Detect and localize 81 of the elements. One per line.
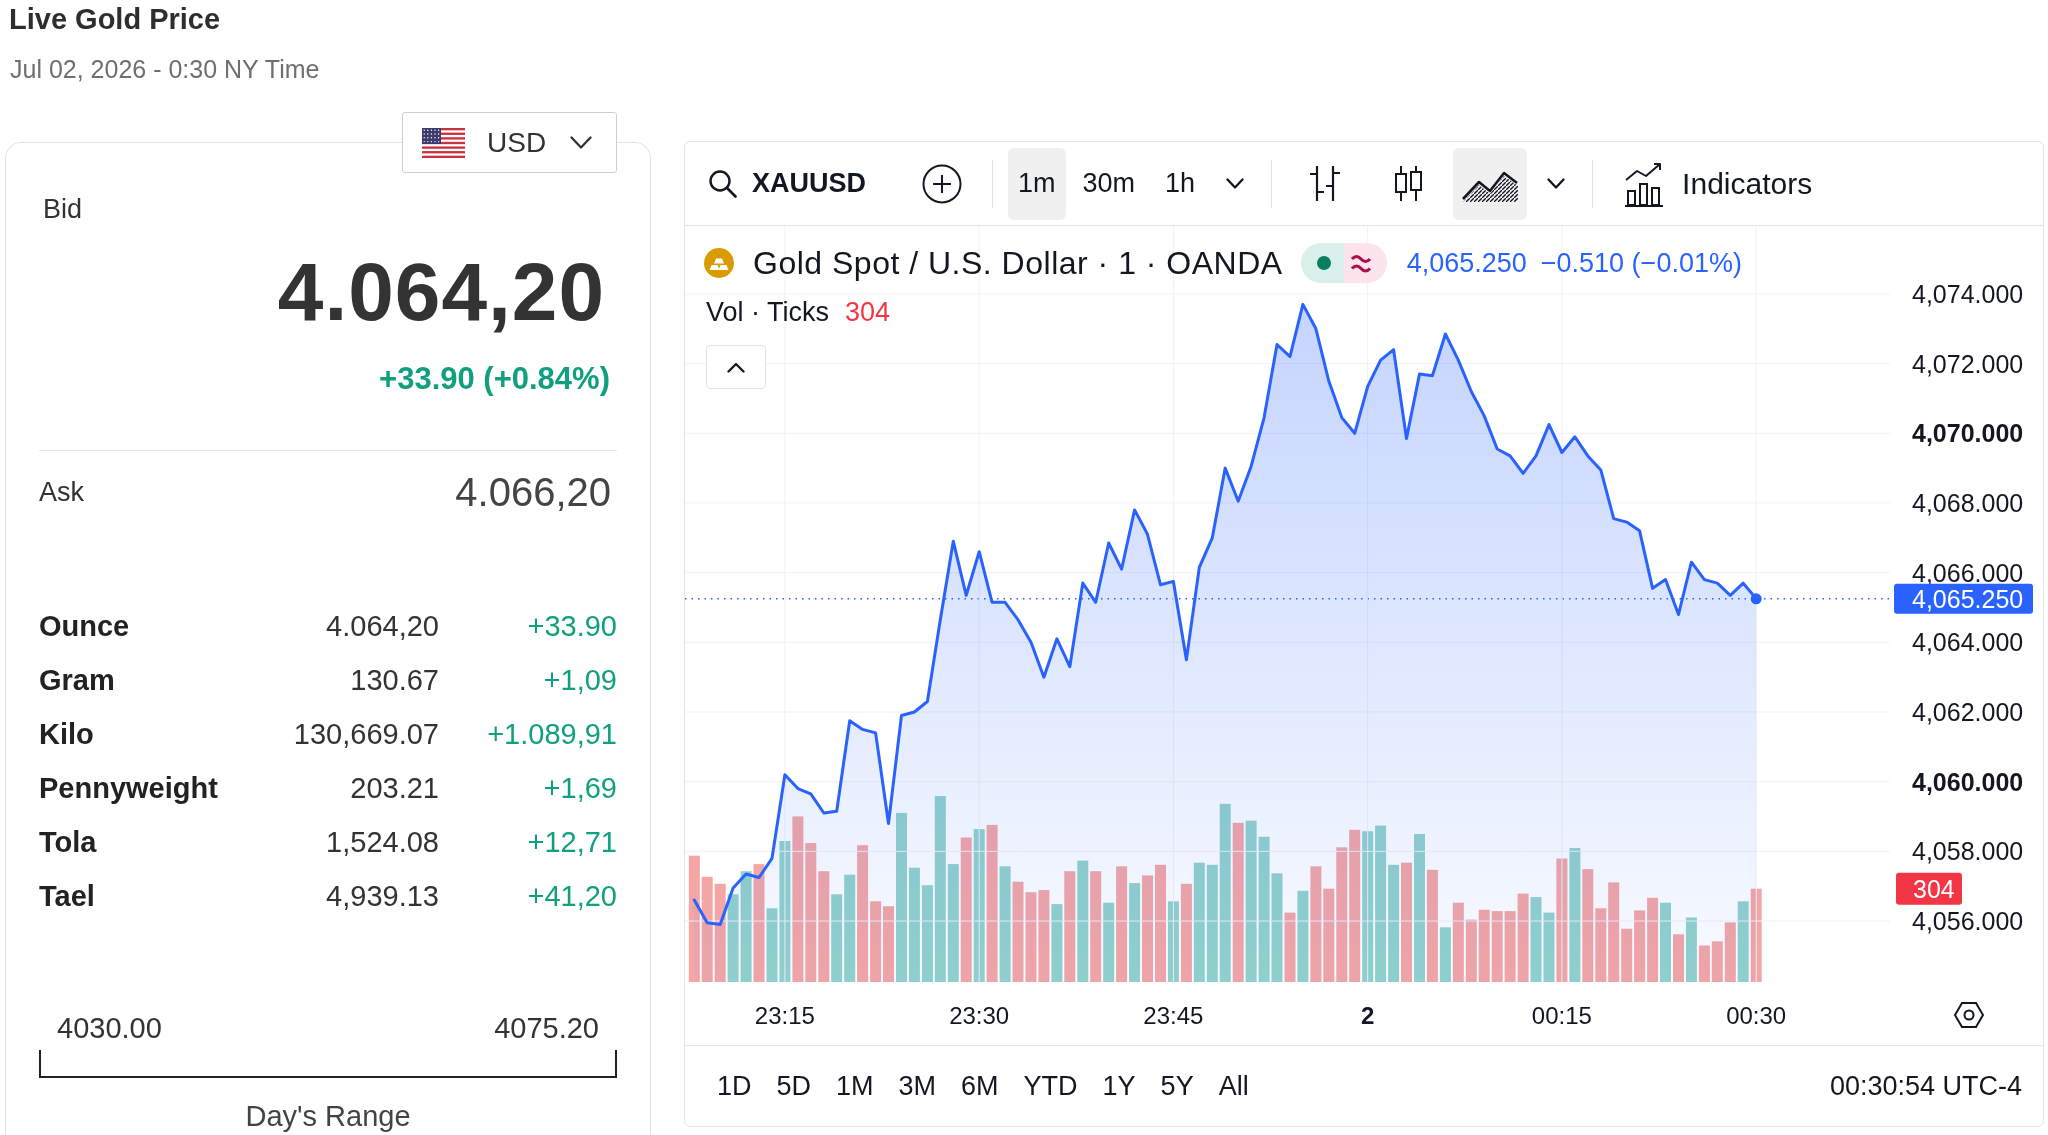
indicators-icon: [1624, 160, 1665, 207]
price-change: +33.90 (+0.84%): [379, 361, 610, 397]
unit-price: 130,669.07: [293, 717, 439, 753]
unit-price: 203.21: [350, 771, 439, 807]
time-axis-label: 23:15: [754, 1001, 815, 1029]
range-low: 4030.00: [57, 1011, 162, 1045]
price-axis-label: 4,070.000: [1912, 419, 2024, 448]
interval-button[interactable]: 1h: [1155, 147, 1206, 220]
price-axis-label: 4,062.000: [1912, 698, 2024, 726]
price-axis-label: 4,074.000: [1912, 279, 2024, 308]
timezone-button[interactable]: 00:30:54 UTC-4: [1823, 1066, 2028, 1106]
price-axis-label: 4,056.000: [1912, 907, 2024, 935]
price-axis-label: 4,060.000: [1912, 767, 2024, 796]
range-button[interactable]: 1Y: [1096, 1066, 1142, 1106]
unit-price: 1,524.08: [326, 825, 439, 861]
candlestick-icon: [1393, 165, 1425, 202]
chevron-down-icon: [1226, 178, 1245, 189]
range-button[interactable]: 6M: [955, 1066, 1005, 1106]
legend-price: 4,065.250: [1406, 246, 1527, 280]
symbol-title: Gold Spot / U.S. Dollar · 1 · OANDA: [753, 244, 1283, 283]
unit-change: +12,71: [527, 825, 617, 861]
range-button[interactable]: YTD: [1017, 1066, 1084, 1106]
chevron-down-icon: [1547, 178, 1566, 189]
range-button[interactable]: 5Y: [1154, 1066, 1200, 1106]
range-button[interactable]: 3M: [892, 1066, 943, 1106]
unit-price: 4,939.13: [326, 879, 439, 915]
search-icon: [708, 169, 737, 198]
chevron-up-icon: [727, 361, 745, 373]
time-axis-label: 00:15: [1531, 1001, 1592, 1029]
interval-button[interactable]: 1m: [1008, 147, 1066, 220]
range-label: Day's Range: [245, 1099, 411, 1133]
time-axis-label: 23:30: [949, 1001, 1010, 1029]
range-button[interactable]: All: [1212, 1066, 1255, 1106]
last-price-tag: 4,065.250: [1894, 583, 2033, 614]
us-flag-icon: [422, 127, 465, 158]
page-title: Live Gold Price: [9, 2, 221, 37]
price-axis-label: 4,064.000: [1912, 628, 2024, 657]
settings-icon[interactable]: [1953, 1001, 1985, 1029]
ohlc-bars-icon: [1308, 165, 1342, 202]
legend-change: −0.510 (−0.01%): [1540, 246, 1742, 280]
price-axis-label: 4,058.000: [1912, 837, 2024, 866]
price-axis-label: 4,068.000: [1912, 489, 2024, 517]
ingots-icon: [704, 248, 734, 278]
unit-change: +1,09: [543, 663, 617, 699]
unit-price: 130.67: [350, 663, 439, 699]
time-axis-label: 2: [1361, 1001, 1375, 1029]
chevron-down-icon: [570, 136, 593, 149]
range-button[interactable]: 5D: [770, 1066, 818, 1106]
bid-price: 4.064,20: [277, 252, 605, 332]
time-axis-label: 00:30: [1726, 1001, 1787, 1029]
range-high: 4075.20: [494, 1011, 599, 1045]
unit-price: 4.064,20: [326, 609, 439, 645]
range-button[interactable]: 1M: [830, 1066, 880, 1106]
price-axis-label: 4,072.000: [1912, 349, 2024, 378]
unit-change: +1.089,91: [487, 717, 617, 753]
unit-name: Pennyweight: [39, 771, 218, 807]
unit-change: +1,69: [543, 771, 617, 807]
unit-name: Tael: [39, 879, 95, 915]
ask-label: Ask: [39, 475, 84, 509]
timestamp: Jul 02, 2026 - 0:30 NY Time: [10, 54, 320, 84]
ask-price: 4.066,20: [455, 469, 611, 516]
plus-circle-icon: [922, 163, 962, 204]
interval-button[interactable]: 30m: [1072, 147, 1146, 220]
symbol-search-button[interactable]: XAUUSD: [700, 147, 874, 220]
volume-label: Vol · Ticks: [706, 295, 830, 329]
unit-name: Gram: [39, 663, 115, 699]
currency-dropdown[interactable]: USD: [402, 112, 617, 173]
volume-value: 304: [845, 295, 891, 329]
unit-change: +41,20: [527, 879, 617, 915]
time-axis-label: 23:45: [1143, 1001, 1204, 1029]
volume-tag: 304: [1896, 872, 1962, 905]
bid-label: Bid: [43, 193, 83, 225]
range-button[interactable]: 1D: [711, 1066, 758, 1106]
wave-icon: [1343, 243, 1387, 283]
unit-name: Ounce: [39, 609, 130, 645]
unit-name: Kilo: [39, 717, 94, 753]
unit-change: +33.90: [527, 609, 617, 645]
price-dot-icon: [1750, 593, 1762, 605]
unit-name: Tola: [39, 825, 97, 861]
chart-type-button[interactable]: [1453, 147, 1528, 220]
indicators-button[interactable]: Indicators: [1616, 147, 1821, 220]
